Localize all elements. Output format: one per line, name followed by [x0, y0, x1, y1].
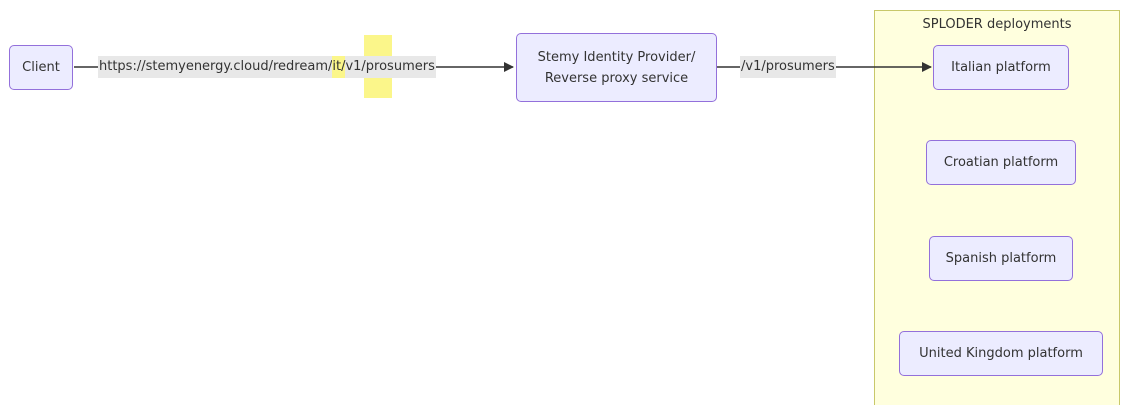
edge-label-suffix: v1/prosumers [345, 59, 435, 74]
identity-provider-label-line2: Reverse proxy service [544, 70, 689, 86]
edge-label-idp-to-italian: /v1/prosumers [740, 56, 836, 78]
croatian-platform-node[interactable]: Croatian platform [926, 140, 1076, 185]
client-node[interactable]: Client [9, 45, 73, 90]
italian-platform-label: Italian platform [951, 60, 1051, 75]
italian-platform-node[interactable]: Italian platform [933, 45, 1069, 90]
uk-platform-node[interactable]: United Kingdom platform [899, 331, 1103, 376]
edge-label-client-to-idp: https://stemyenergy.cloud/redream/it/v1/… [98, 56, 436, 78]
spanish-platform-label: Spanish platform [945, 251, 1057, 266]
client-node-label: Client [22, 60, 60, 75]
spanish-platform-node[interactable]: Spanish platform [929, 236, 1073, 281]
croatian-platform-label: Croatian platform [943, 155, 1059, 170]
uk-platform-label: United Kingdom platform [919, 346, 1083, 361]
identity-provider-node[interactable]: Stemy Identity Provider/ Reverse proxy s… [516, 33, 717, 102]
edge-label-highlight: it/ [332, 56, 346, 78]
identity-provider-label-line1: Stemy Identity Provider/ [537, 49, 696, 65]
edge-label-prefix: https://stemyenergy.cloud/redream/ [99, 59, 333, 74]
